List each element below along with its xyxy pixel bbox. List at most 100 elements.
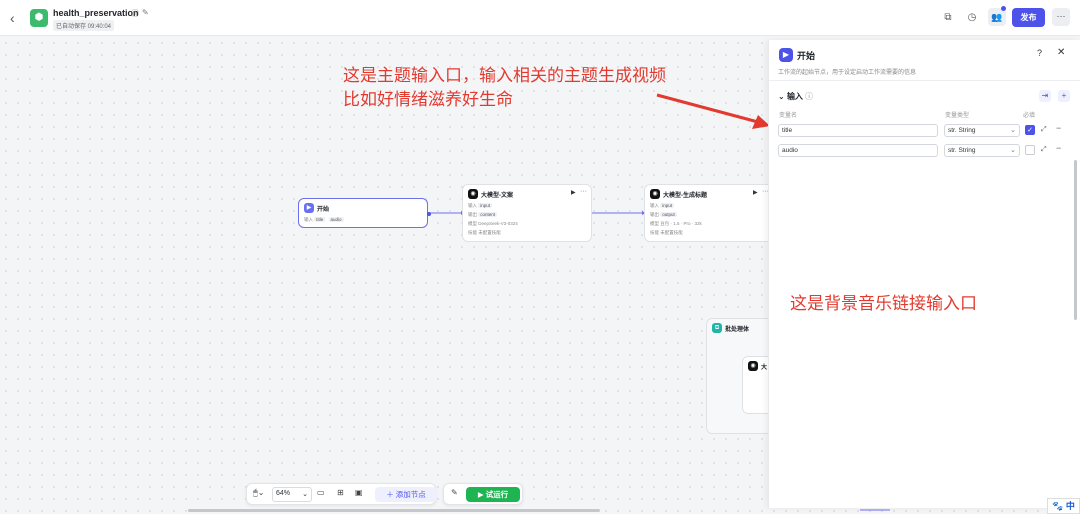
variable-type-select[interactable]: str. String ⌄	[944, 144, 1020, 157]
panel-description: 工作流的起始节点，用于设定启动工作流需要的信息	[778, 70, 917, 76]
remove-icon[interactable]: −	[1056, 143, 1061, 153]
node-skill-row: 技能 未配置技能	[468, 230, 501, 236]
node-more-icon[interactable]: ···	[580, 188, 587, 195]
node-input-row: 输入 input	[468, 203, 494, 209]
chevron-down-icon: ⌄	[1010, 127, 1016, 134]
param-title-chip: title	[314, 217, 326, 222]
input-label: 输入	[468, 203, 477, 208]
col-required: 必填	[1023, 113, 1036, 119]
llm-icon: ◉	[748, 361, 758, 371]
annotation-topic-input: 这是主题输入口，输入相关的主题生成视频	[343, 66, 666, 86]
copy-icon[interactable]: ⧉	[941, 11, 955, 25]
chevron-down-icon: ⌄	[302, 491, 308, 498]
skill-value: 未配置技能	[660, 230, 683, 235]
chevron-down-icon: ⌄	[1010, 147, 1016, 154]
llm-icon: ◉	[468, 189, 478, 199]
expand-icon[interactable]: ⤢	[1041, 146, 1047, 154]
input-chip: input	[660, 203, 675, 208]
output-chip: output	[660, 212, 677, 217]
vertical-scrollbar[interactable]	[1074, 160, 1077, 320]
output-chip: content	[478, 212, 498, 217]
annotation-bgm-input: 这是背景音乐链接输入口	[790, 294, 977, 314]
skill-value: 未配置技能	[478, 230, 501, 235]
publish-button[interactable]: 发布	[1012, 8, 1045, 27]
test-run-button[interactable]: ▶ 试运行	[466, 487, 520, 502]
top-bar: ‹ ⬢ health_preservation ⓘ ✎ 已自动保存 09:40:…	[0, 0, 1080, 36]
remove-icon[interactable]: −	[1056, 123, 1061, 133]
zoom-select[interactable]: 64% ⌄	[272, 487, 312, 502]
llm-title-node[interactable]: ◉ 大模型-生成标题 ▶ ··· 输入 input 输出 output 模型 豆…	[644, 184, 774, 242]
autosave-status: 已自动保存 09:40:04	[53, 20, 115, 31]
output-port[interactable]	[427, 212, 431, 216]
inner-node-title: 大	[761, 365, 768, 371]
add-node-button[interactable]: ＋ 添加节点	[375, 487, 437, 502]
llm-title-title: 大模型-生成标题	[663, 193, 707, 199]
run-toolbar: ✎ ▶ 试运行	[443, 483, 523, 505]
required-checkbox[interactable]	[1025, 145, 1035, 155]
node-model-row: 模型 豆包 · 1.5 · Pro · 32k	[650, 221, 702, 227]
required-checkbox[interactable]: ✓	[1025, 125, 1035, 135]
start-node-inputs: 输入 title audio	[304, 217, 346, 223]
llm-copy-node[interactable]: ◉ 大模型-文案 ▶ ··· 输入 input 输出 content 模型 De…	[462, 184, 592, 242]
edit-icon[interactable]: ✎	[142, 8, 149, 17]
start-node-icon: ▶	[304, 203, 314, 213]
history-icon[interactable]: ◷	[965, 11, 979, 25]
close-icon[interactable]: ✕	[1057, 47, 1065, 58]
input-section-title[interactable]: ⌄ 输入 ⓘ	[778, 91, 813, 102]
skill-label: 技能	[650, 230, 659, 235]
llm-copy-title: 大模型-文案	[481, 193, 513, 199]
input-chip: input	[478, 203, 493, 208]
run-node-icon[interactable]: ▶	[753, 189, 758, 196]
info-icon: ⓘ	[805, 92, 814, 101]
zoom-value: 64%	[276, 490, 291, 497]
layout-icon[interactable]: ⊞	[337, 488, 344, 497]
col-variable-name: 变量名	[779, 113, 798, 119]
output-label: 输出	[650, 212, 659, 217]
start-panel-icon: ▶	[779, 48, 793, 62]
batch-node[interactable]: ⧉ 批处理体 ◉ 大	[706, 318, 782, 434]
batch-icon: ⧉	[712, 323, 722, 333]
notification-dot	[1001, 6, 1006, 11]
start-node-panel: ▶ 开始 ? ✕ 工作流的起始节点，用于设定启动工作流需要的信息 ⌄ 输入 ⓘ …	[768, 40, 1080, 508]
debug-icon[interactable]: ✎	[451, 488, 458, 497]
start-node[interactable]: ▶ 开始 输入 title audio	[298, 198, 431, 228]
import-icon[interactable]: ⇥	[1039, 90, 1051, 102]
ime-label: 中	[1065, 501, 1075, 511]
variable-name-input[interactable]: audio	[778, 144, 938, 157]
add-node-label: 添加节点	[395, 490, 426, 499]
section-label: 输入	[786, 92, 803, 101]
node-output-row: 输出 output	[650, 212, 679, 218]
model-name: 豆包 · 1.5 · Pro · 32k	[660, 221, 702, 226]
variable-type-select[interactable]: str. String ⌄	[944, 124, 1020, 137]
pointer-mode-icon[interactable]: 🖱⌄	[253, 488, 265, 498]
add-variable-button[interactable]: +	[1058, 90, 1070, 102]
run-label: 试运行	[485, 490, 509, 499]
run-node-icon[interactable]: ▶	[571, 189, 576, 196]
model-label: 模型	[468, 221, 477, 226]
type-value: str. String	[948, 127, 976, 134]
comment-icon[interactable]: ▭	[317, 488, 325, 497]
model-name: DeepSeek-V3-0324	[478, 221, 518, 226]
more-icon[interactable]: ···	[1052, 8, 1070, 26]
col-variable-type: 变量类型	[945, 113, 970, 119]
node-skill-row: 技能 未配置技能	[650, 230, 683, 236]
param-audio-chip: audio	[328, 217, 344, 222]
back-arrow-icon[interactable]: ‹	[10, 10, 15, 26]
type-value: str. String	[948, 147, 976, 154]
info-icon[interactable]: ⓘ	[131, 8, 139, 19]
output-label: 输出	[468, 212, 477, 217]
start-node-title: 开始	[317, 207, 330, 213]
help-icon[interactable]: ?	[1037, 48, 1042, 58]
canvas-toolbar: 🖱⌄ 64% ⌄ ▭ ⊞ ▣ ＋ 添加节点	[246, 483, 437, 505]
batch-title: 批处理体	[725, 327, 750, 333]
divider	[769, 80, 1080, 81]
annotation-topic-example: 比如好情绪滋养好生命	[343, 90, 513, 110]
minimap-icon[interactable]: ▣	[355, 488, 363, 497]
node-output-row: 输出 content	[468, 212, 499, 218]
variable-name-input[interactable]: title	[778, 124, 938, 137]
expand-icon[interactable]: ⤢	[1041, 126, 1047, 134]
ime-indicator[interactable]: 🐾 中	[1047, 498, 1080, 514]
model-label: 模型	[650, 221, 659, 226]
llm-icon: ◉	[650, 189, 660, 199]
horizontal-scrollbar[interactable]	[188, 509, 600, 512]
